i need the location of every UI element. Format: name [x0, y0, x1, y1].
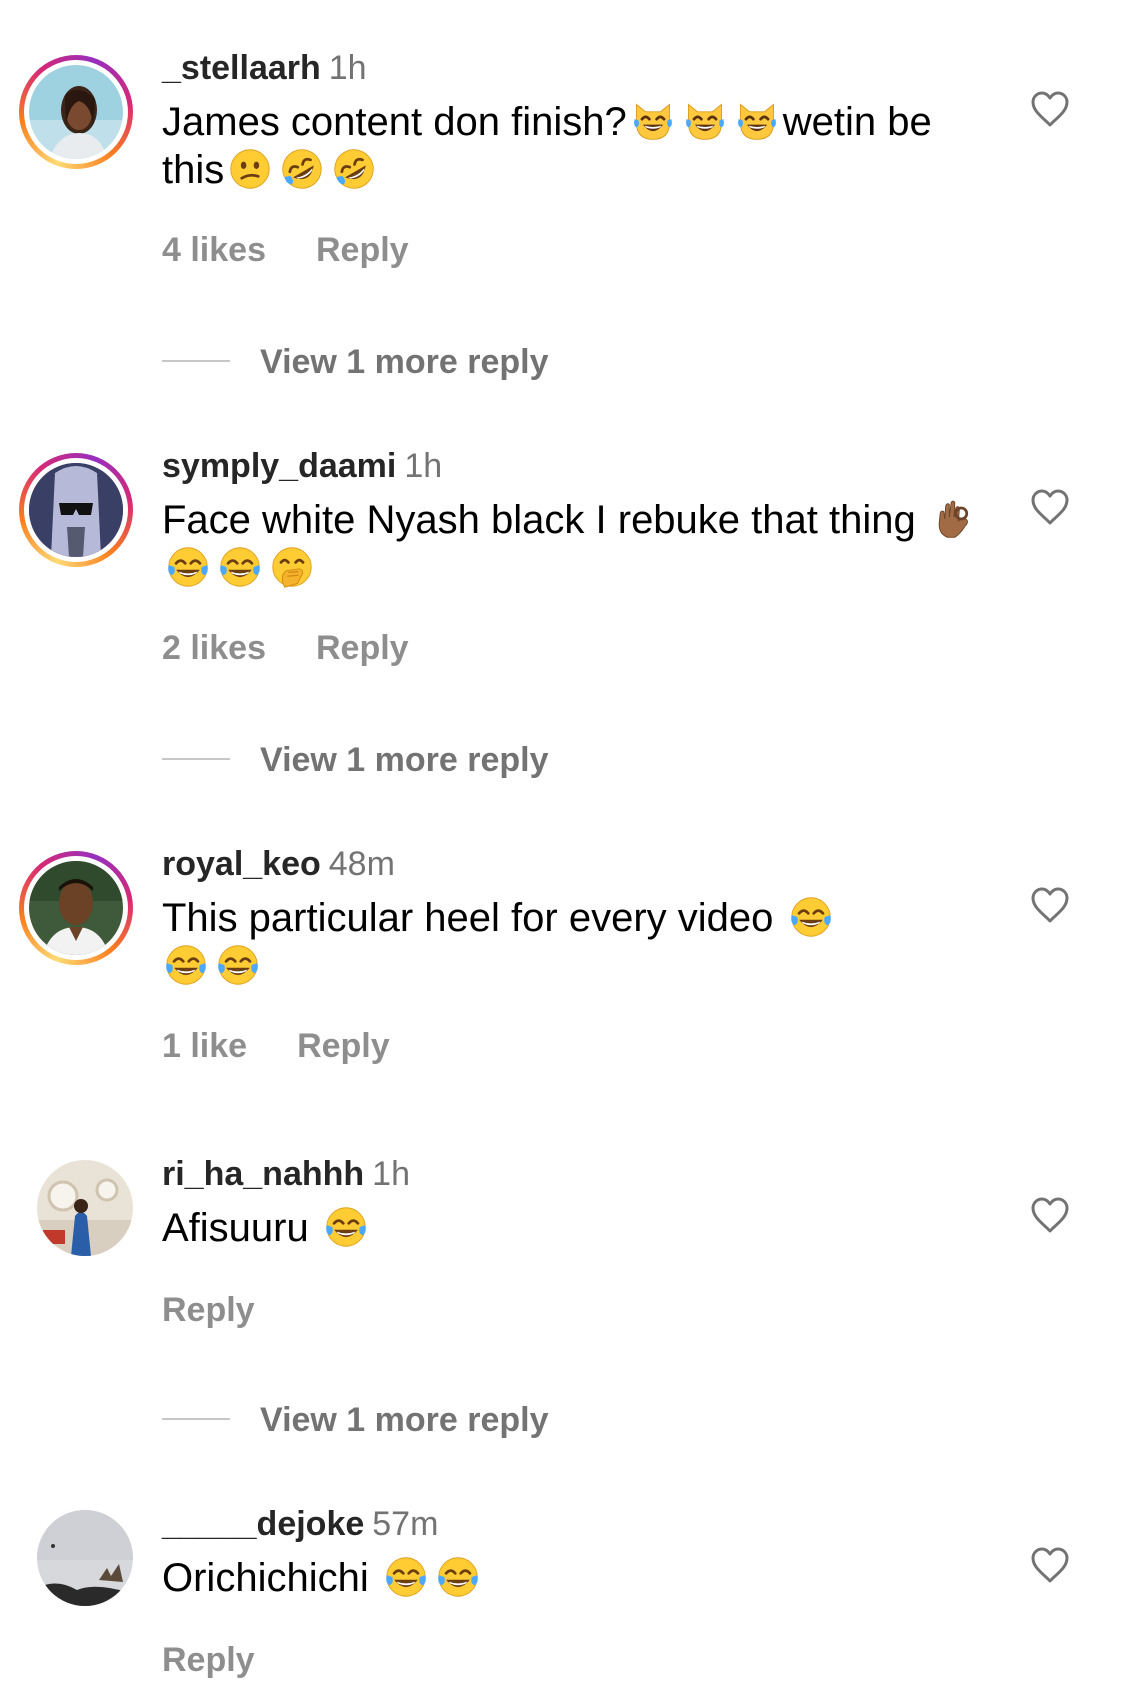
comment-meta: 4 likes Reply	[162, 230, 409, 270]
comment-text: Afisuuru	[162, 1204, 992, 1252]
heart-outline-icon[interactable]	[1030, 1196, 1070, 1234]
comment-header: _____dejoke 57m	[162, 1504, 438, 1544]
comment-text-part: This particular heel for every video	[162, 896, 774, 940]
view-replies-button[interactable]: View 1 more reply	[162, 342, 549, 382]
divider-line	[162, 758, 230, 761]
cat-tears-of-joy-icon	[629, 99, 677, 143]
tears-of-joy-icon	[216, 545, 264, 589]
comment-text: This particular heel for every video	[162, 894, 992, 990]
likes-count[interactable]: 1 like	[162, 1027, 247, 1065]
tears-of-joy-icon	[164, 545, 212, 589]
rofl-icon	[330, 147, 378, 191]
avatar[interactable]	[19, 1142, 133, 1256]
comment-text: Face white Nyash black I rebuke that thi…	[162, 496, 992, 592]
heart-outline-icon[interactable]	[1030, 886, 1070, 924]
comment-meta: Reply	[162, 1640, 255, 1680]
comment-text: Orichichichi	[162, 1554, 992, 1602]
likes-count[interactable]: 2 likes	[162, 629, 266, 667]
cat-tears-of-joy-icon	[681, 99, 729, 143]
reply-button[interactable]: Reply	[316, 629, 409, 667]
avatar[interactable]	[19, 851, 133, 965]
comment-header: ri_ha_nahhh 1h	[162, 1154, 410, 1194]
heart-outline-icon[interactable]	[1030, 1546, 1070, 1584]
comment-text-part: Orichichichi	[162, 1556, 369, 1600]
view-replies-label: View 1 more reply	[260, 741, 549, 779]
tears-of-joy-icon	[382, 1555, 430, 1599]
tears-of-joy-icon	[214, 943, 262, 987]
reply-button[interactable]: Reply	[162, 1641, 255, 1679]
reply-button[interactable]: Reply	[316, 231, 409, 269]
timestamp: 57m	[372, 1505, 439, 1543]
username[interactable]: ri_ha_nahhh	[162, 1155, 364, 1193]
view-replies-label: View 1 more reply	[260, 1401, 549, 1439]
divider-line	[162, 1418, 230, 1421]
avatar[interactable]	[19, 453, 133, 567]
tears-of-joy-icon	[322, 1205, 370, 1249]
cat-tears-of-joy-icon	[733, 99, 781, 143]
timestamp: 48m	[328, 845, 395, 883]
face-with-hand-over-mouth-icon	[268, 545, 316, 589]
heart-outline-icon[interactable]	[1030, 90, 1070, 128]
rofl-icon	[278, 147, 326, 191]
avatar[interactable]	[19, 55, 133, 169]
comment-meta: 2 likes Reply	[162, 628, 409, 668]
username[interactable]: _____dejoke	[162, 1505, 364, 1543]
tears-of-joy-icon	[162, 943, 210, 987]
comment-header: royal_keo 48m	[162, 844, 395, 884]
comment-meta: Reply	[162, 1290, 255, 1330]
view-replies-button[interactable]: View 1 more reply	[162, 740, 549, 780]
comment-meta: 1 like Reply	[162, 1026, 390, 1066]
avatar[interactable]	[19, 1492, 133, 1606]
reply-button[interactable]: Reply	[162, 1291, 255, 1329]
ok-hand-icon	[929, 497, 977, 541]
likes-count[interactable]: 4 likes	[162, 231, 266, 269]
username[interactable]: royal_keo	[162, 845, 321, 883]
comment-text: James content don finish? wetin be this	[162, 98, 992, 194]
timestamp: 1h	[372, 1155, 410, 1193]
comment-text-part: James content don finish?	[162, 100, 627, 144]
username[interactable]: _stellaarh	[162, 49, 321, 87]
comment-header: symply_daami 1h	[162, 446, 442, 486]
comment-text-part: Afisuuru	[162, 1206, 309, 1250]
confused-face-icon	[226, 147, 274, 191]
comment-text-part: Face white Nyash black I rebuke that thi…	[162, 498, 916, 542]
comment-header: _stellaarh 1h	[162, 48, 367, 88]
tears-of-joy-icon	[434, 1555, 482, 1599]
username[interactable]: symply_daami	[162, 447, 396, 485]
tears-of-joy-icon	[787, 895, 835, 939]
timestamp: 1h	[404, 447, 443, 485]
view-replies-label: View 1 more reply	[260, 343, 549, 381]
view-replies-button[interactable]: View 1 more reply	[162, 1400, 549, 1440]
reply-button[interactable]: Reply	[297, 1027, 390, 1065]
heart-outline-icon[interactable]	[1030, 488, 1070, 526]
divider-line	[162, 360, 230, 363]
timestamp: 1h	[328, 49, 367, 87]
